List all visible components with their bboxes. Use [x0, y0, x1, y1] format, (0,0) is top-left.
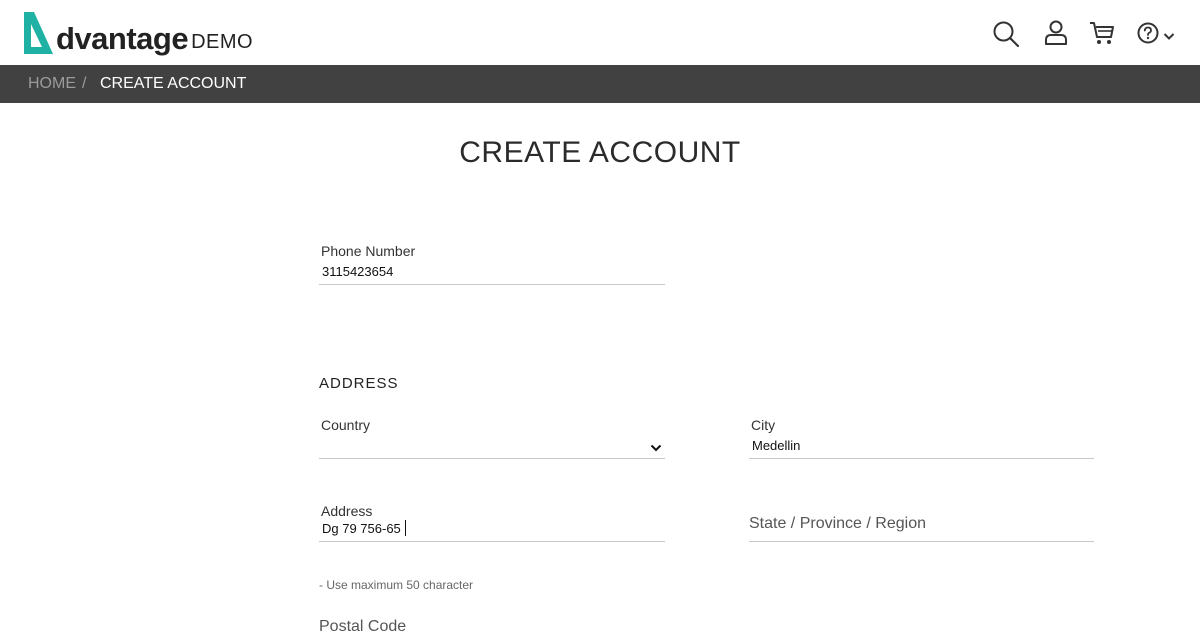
city-input[interactable]: Medellin [752, 438, 800, 453]
phone-underline [319, 284, 665, 285]
postal-code-input[interactable]: Postal Code [319, 618, 406, 636]
chevron-down-icon[interactable] [1163, 28, 1175, 46]
country-underline [319, 458, 665, 459]
country-dropdown-chevron-icon[interactable] [650, 440, 662, 458]
address-label: Address [321, 503, 373, 519]
address-input[interactable]: Dg 79 756-65 [322, 521, 401, 536]
header: dvantage DEMO [0, 0, 1200, 65]
cart-icon[interactable] [1089, 20, 1115, 51]
city-underline [749, 458, 1094, 459]
country-label: Country [321, 417, 371, 433]
logo-suffix: DEMO [191, 31, 254, 53]
breadcrumb-separator: / [82, 75, 87, 92]
page-title: CREATE ACCOUNT [459, 136, 741, 169]
address-section-title: ADDRESS [319, 375, 399, 392]
help-icon[interactable] [1137, 22, 1159, 49]
user-icon[interactable] [1044, 20, 1068, 51]
breadcrumb-current: CREATE ACCOUNT [100, 75, 247, 92]
address-underline [319, 541, 665, 542]
logo-text: dvantage [56, 21, 189, 56]
state-input[interactable]: State / Province / Region [749, 515, 926, 533]
address-hint: - Use maximum 50 character [319, 578, 474, 592]
breadcrumb: HOME / CREATE ACCOUNT [0, 65, 1200, 103]
logo-mark-icon [24, 12, 53, 54]
logo[interactable]: dvantage DEMO [22, 10, 253, 56]
phone-input[interactable]: 3115423654 [322, 264, 393, 279]
breadcrumb-home-link[interactable]: HOME [28, 75, 76, 93]
text-cursor [405, 520, 406, 536]
phone-label: Phone Number [321, 243, 416, 259]
city-label: City [751, 417, 776, 433]
state-underline [749, 541, 1094, 542]
search-icon[interactable] [992, 20, 1020, 53]
